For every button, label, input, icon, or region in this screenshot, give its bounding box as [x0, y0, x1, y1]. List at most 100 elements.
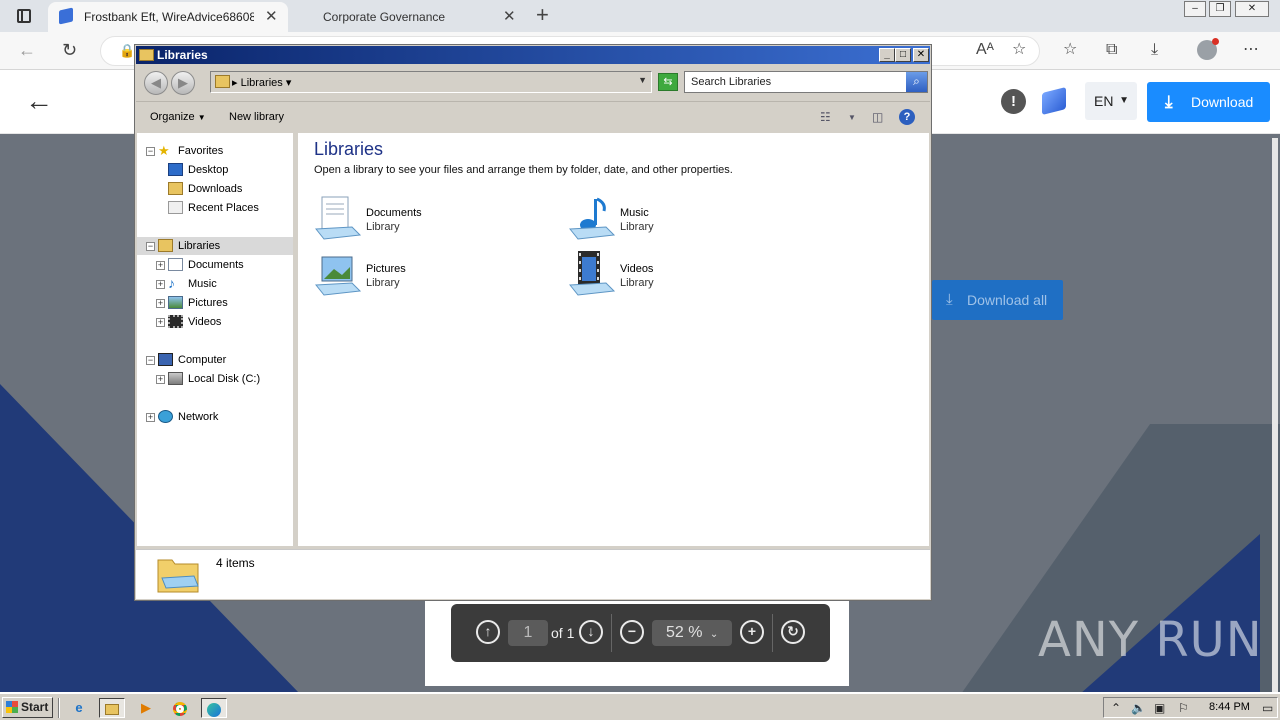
library-pictures[interactable]: Pictures Library [314, 251, 544, 303]
page-number-input[interactable]: 1 [508, 620, 548, 646]
pictures-icon [168, 296, 183, 309]
minimize-button[interactable]: _ [879, 48, 895, 62]
content-pane: Libraries Open a library to see your fil… [298, 133, 929, 546]
minimize-button[interactable]: – [1184, 1, 1206, 17]
page-back-icon[interactable]: ← [25, 86, 53, 116]
window-titlebar[interactable]: Libraries _ □ ✕ [136, 46, 930, 64]
back-icon[interactable]: ◀ [144, 71, 168, 95]
explorer-address-bar[interactable]: ▸ Libraries ▾ ▼ [210, 71, 652, 93]
expand-icon[interactable]: + [146, 413, 155, 422]
tab-corporate-governance[interactable]: Corporate Governance ✕ [295, 2, 525, 32]
back-icon[interactable]: ← [18, 40, 36, 60]
scrollbar[interactable] [1272, 138, 1278, 692]
tab-close-icon[interactable]: ✕ [503, 9, 516, 25]
expand-icon[interactable]: + [156, 375, 165, 384]
chevron-down-icon[interactable]: ▼ [638, 75, 647, 85]
tree-item-computer[interactable]: − Computer [137, 351, 287, 369]
tab-close-icon[interactable]: ✕ [265, 9, 278, 25]
tree-label: Recent Places [188, 202, 259, 214]
explorer-nav-row: ◀ ▶ ▸ Libraries ▾ ▼ ⇆ Search Libraries ⌕ [136, 65, 930, 99]
tree-item-videos[interactable]: + Videos [137, 313, 287, 331]
collapse-icon[interactable]: − [146, 147, 155, 156]
tree-item-documents[interactable]: + Documents [137, 256, 287, 274]
media-player-icon[interactable]: ▶ [133, 698, 159, 718]
search-input[interactable]: Search Libraries ⌕ [684, 71, 928, 93]
chevron-down-icon[interactable]: ▼ [848, 113, 856, 122]
tree-item-pictures[interactable]: + Pictures [137, 294, 287, 312]
preview-pane-icon[interactable]: ◫ [872, 110, 883, 124]
library-documents[interactable]: Documents Library [314, 195, 544, 247]
downloads-folder-icon [168, 182, 183, 195]
volume-icon[interactable]: 🔈 [1131, 701, 1146, 715]
edge-icon[interactable] [201, 698, 227, 718]
downloads-icon[interactable]: ⤓ [1151, 41, 1158, 59]
maximize-button[interactable]: □ [895, 48, 911, 62]
collapse-icon[interactable]: − [146, 356, 155, 365]
show-desktop-icon[interactable]: ▭ [1262, 701, 1273, 715]
help-icon[interactable]: ? [899, 109, 915, 125]
organize-button[interactable]: Organize ▼ [150, 111, 206, 123]
read-aloud-icon[interactable]: Aᴬ [976, 41, 994, 59]
language-select[interactable]: EN ▼ [1085, 82, 1137, 120]
tray-expand-icon[interactable]: ⌃ [1111, 701, 1121, 715]
tab-actions-icon[interactable] [17, 9, 31, 23]
new-library-button[interactable]: New library [229, 111, 284, 123]
chrome-icon[interactable] [167, 698, 193, 718]
navigation-pane: − ★ Favorites Desktop Downloads Recent P… [137, 133, 296, 546]
expand-icon[interactable]: + [156, 318, 165, 327]
view-options-icon[interactable]: ☷ [820, 110, 831, 124]
search-placeholder: Search Libraries [691, 76, 772, 88]
add-favorite-icon[interactable]: ☆ [1012, 41, 1026, 59]
tree-item-recent-places[interactable]: Recent Places [137, 199, 287, 217]
download-all-button[interactable]: ⤓ Download all [932, 280, 1063, 320]
search-icon[interactable]: ⌕ [906, 72, 927, 92]
collapse-icon[interactable]: − [146, 242, 155, 251]
forward-icon[interactable]: ▶ [171, 71, 195, 95]
tree-item-favorites[interactable]: − ★ Favorites [137, 142, 287, 160]
favorites-icon[interactable]: ☆ [1063, 41, 1077, 59]
more-icon[interactable]: ⋯ [1243, 41, 1259, 59]
close-button[interactable]: ✕ [913, 48, 929, 62]
tree-item-libraries[interactable]: − Libraries [137, 237, 287, 255]
zoom-in-icon[interactable]: + [740, 620, 764, 644]
next-page-icon[interactable]: ↓ [579, 620, 603, 644]
content-subtitle: Open a library to see your files and arr… [314, 164, 733, 176]
action-center-flag-icon[interactable]: ⚐ [1178, 701, 1189, 715]
tab-frostbank[interactable]: Frostbank Eft, WireAdvice686086- ✕ [48, 2, 288, 32]
tree-item-downloads[interactable]: Downloads [137, 180, 287, 198]
close-window-button[interactable]: ✕ [1235, 1, 1269, 17]
tree-item-music[interactable]: + ♪ Music [137, 275, 287, 293]
tree-item-network[interactable]: + Network [137, 408, 287, 426]
zoom-select[interactable]: 52 % ⌄ [652, 620, 732, 646]
tree-item-local-disk[interactable]: + Local Disk (C:) [137, 370, 287, 388]
tree-label: Music [188, 278, 217, 290]
app-logo-icon [1042, 87, 1066, 115]
expand-icon[interactable]: + [156, 280, 165, 289]
library-videos[interactable]: Videos Library [568, 251, 798, 303]
clock[interactable]: 8:44 PM [1209, 701, 1250, 713]
profile-icon[interactable] [1197, 38, 1219, 60]
restore-button[interactable]: ❐ [1209, 1, 1231, 17]
download-button[interactable]: ⤓ Download [1147, 82, 1270, 122]
collections-icon[interactable]: ⧉ [1106, 41, 1117, 59]
explorer-taskbar-icon[interactable] [99, 698, 125, 718]
zoom-out-icon[interactable]: − [620, 620, 644, 644]
new-tab-button[interactable]: + [536, 4, 549, 26]
tree-label: Videos [188, 316, 222, 328]
internet-explorer-icon[interactable]: e [66, 698, 92, 718]
refresh-icon[interactable]: ⇆ [658, 73, 678, 91]
videos-library-icon [569, 251, 616, 296]
rotate-icon[interactable]: ↻ [781, 620, 805, 644]
network-tray-icon[interactable]: ▣ [1154, 701, 1165, 715]
expand-icon[interactable]: + [156, 299, 165, 308]
tree-item-desktop[interactable]: Desktop [137, 161, 287, 179]
previous-page-icon[interactable]: ↑ [476, 620, 500, 644]
tree-label: Documents [188, 259, 244, 271]
expand-icon[interactable]: + [156, 261, 165, 270]
chevron-down-icon: ⌄ [709, 629, 719, 640]
library-music[interactable]: Music Library [568, 195, 798, 247]
warning-icon[interactable]: ! [1001, 89, 1026, 114]
start-button[interactable]: Start [2, 697, 53, 718]
start-label: Start [21, 700, 49, 714]
refresh-icon[interactable]: ↻ [62, 40, 77, 60]
